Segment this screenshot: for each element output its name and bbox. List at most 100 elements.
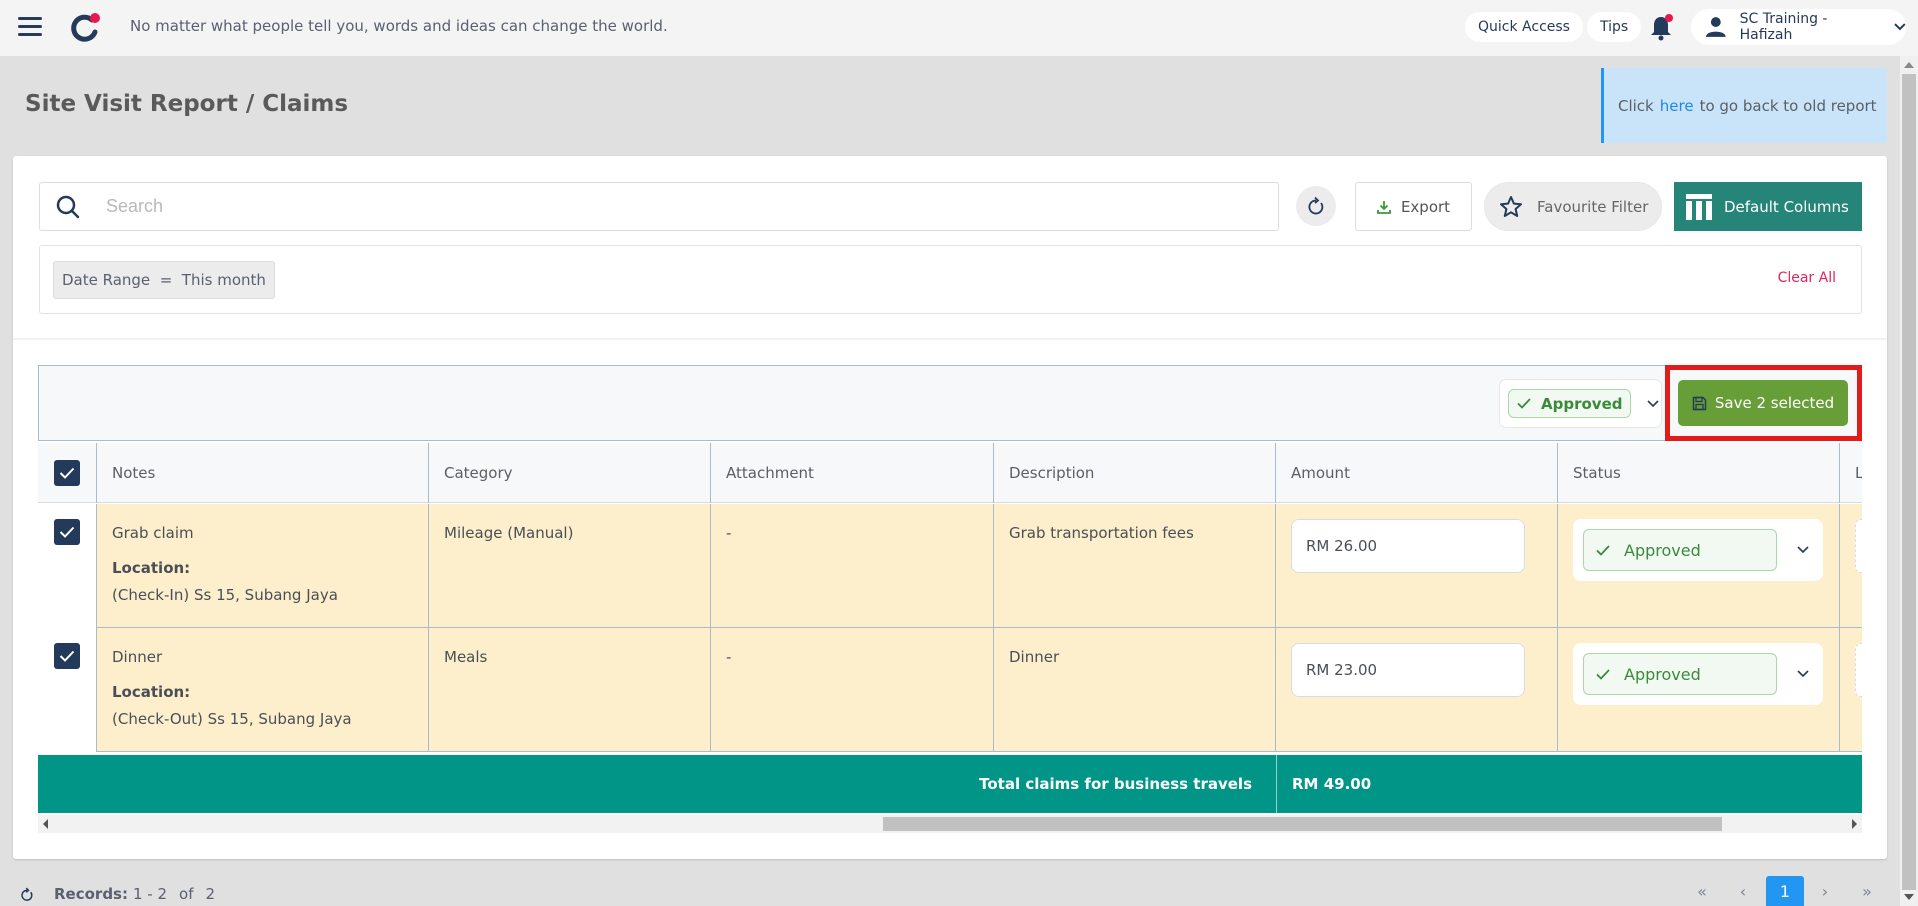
user-menu[interactable]: SC Training - Hafizah xyxy=(1691,9,1906,45)
pagination-last[interactable]: » xyxy=(1850,876,1884,906)
refresh-button[interactable] xyxy=(1296,186,1336,226)
export-label: Export xyxy=(1400,197,1451,216)
cell-description: Dinner xyxy=(993,628,1275,751)
amount-input[interactable]: RM 23.00 xyxy=(1291,643,1525,697)
total-row: Total claims for business travels RM 49.… xyxy=(38,755,1862,813)
save-selected-button[interactable]: Save 2 selected xyxy=(1678,380,1848,426)
records-range: 1 - 2 xyxy=(132,885,168,903)
table-row[interactable]: Grab claim Location: (Check-In) Ss 15, S… xyxy=(96,504,1862,628)
total-value: RM 49.00 xyxy=(1292,775,1372,793)
active-filters-area: Date Range = This month Clear All xyxy=(39,245,1862,314)
clear-all-filters-link[interactable]: Clear All xyxy=(1778,270,1836,286)
checkmark-icon xyxy=(59,467,75,479)
scroll-left-arrow-icon[interactable] xyxy=(43,819,48,829)
cell-category: Mileage (Manual) xyxy=(428,504,710,627)
bulk-status-select[interactable]: Approved xyxy=(1499,379,1662,428)
column-header-notes[interactable]: Notes xyxy=(96,443,428,503)
refresh-icon[interactable] xyxy=(20,887,34,902)
claims-table: Approved Save 2 selected Notes Category … xyxy=(38,365,1862,834)
status-select[interactable]: Approved xyxy=(1573,519,1823,581)
save-floppy-icon xyxy=(1692,396,1707,410)
page-scrollbar[interactable] xyxy=(1900,56,1918,906)
total-label: Total claims for business travels xyxy=(979,775,1252,793)
row-checkbox[interactable] xyxy=(54,643,80,669)
chevron-down-icon xyxy=(1797,546,1809,554)
table-horizontal-scrollbar[interactable] xyxy=(38,815,1862,833)
hamburger-menu-icon[interactable] xyxy=(18,17,42,37)
check-icon xyxy=(1596,668,1610,680)
notification-bell-icon[interactable] xyxy=(1648,14,1674,42)
export-button[interactable]: Export xyxy=(1355,182,1472,231)
top-bar: No matter what people tell you, words an… xyxy=(0,0,1918,56)
column-header-amount[interactable]: Amount xyxy=(1275,443,1557,503)
cell-description: Grab transportation fees xyxy=(993,504,1275,627)
cell-notes: Grab claim Location: (Check-In) Ss 15, S… xyxy=(96,504,428,627)
records-of: of xyxy=(179,885,194,903)
amount-input[interactable]: RM 26.00 xyxy=(1291,519,1525,573)
column-header-description[interactable]: Description xyxy=(993,443,1275,503)
old-report-prefix: Click xyxy=(1618,96,1654,115)
chevron-down-icon xyxy=(1894,23,1906,31)
columns-icon xyxy=(1686,193,1712,220)
pagination-first[interactable]: « xyxy=(1685,876,1719,906)
location-value: (Check-In) Ss 15, Subang Jaya xyxy=(112,586,338,604)
records-summary: Records: 1 - 2 of 2 xyxy=(20,885,215,903)
status-value: Approved xyxy=(1624,664,1701,684)
old-report-banner: Click here to go back to old report xyxy=(1601,68,1887,143)
scroll-right-arrow-icon[interactable] xyxy=(1852,819,1857,829)
checkmark-icon xyxy=(59,526,75,538)
default-columns-button[interactable]: Default Columns xyxy=(1674,182,1862,231)
pagination-page-current[interactable]: 1 xyxy=(1766,876,1804,906)
truncated-input[interactable] xyxy=(1855,643,1862,697)
cell-truncated xyxy=(1839,504,1862,627)
scroll-up-arrow-icon[interactable] xyxy=(1904,62,1914,68)
save-selected-label: Save 2 selected xyxy=(1714,394,1835,412)
old-report-link[interactable]: here xyxy=(1660,97,1694,115)
pagination-next[interactable]: › xyxy=(1808,876,1842,906)
cell-attachment: - xyxy=(710,504,993,627)
search-input[interactable] xyxy=(106,196,1206,217)
user-name: SC Training - Hafizah xyxy=(1739,11,1828,43)
filter-chip-date-range[interactable]: Date Range = This month xyxy=(53,261,275,299)
horizontal-scrollbar-thumb[interactable] xyxy=(883,817,1722,831)
app-logo[interactable] xyxy=(70,12,102,44)
quick-access-button[interactable]: Quick Access xyxy=(1465,12,1583,42)
column-header-attachment[interactable]: Attachment xyxy=(710,443,993,503)
column-header-truncated[interactable]: L xyxy=(1839,443,1862,503)
default-columns-label: Default Columns xyxy=(1724,197,1849,216)
row-checkbox[interactable] xyxy=(54,519,80,545)
notes-text: Grab claim xyxy=(112,524,194,542)
table-row[interactable]: Dinner Location: (Check-Out) Ss 15, Suba… xyxy=(96,628,1862,752)
status-chip: Approved xyxy=(1583,653,1777,695)
scroll-down-arrow-icon[interactable] xyxy=(1904,894,1914,900)
chevron-down-icon xyxy=(1647,399,1660,407)
search-icon xyxy=(56,195,80,218)
favourite-filter-button[interactable]: Favourite Filter xyxy=(1484,182,1662,231)
status-value: Approved xyxy=(1624,540,1701,560)
status-select[interactable]: Approved xyxy=(1573,643,1823,705)
page-scrollbar-thumb[interactable] xyxy=(1902,74,1916,890)
pagination-prev[interactable]: ‹ xyxy=(1726,876,1760,906)
star-icon xyxy=(1500,195,1522,217)
user-icon xyxy=(1705,17,1726,37)
tips-button[interactable]: Tips xyxy=(1587,12,1642,42)
download-icon xyxy=(1377,200,1391,214)
page-title: Site Visit Report / Claims xyxy=(25,91,349,117)
checkmark-icon xyxy=(59,650,75,662)
section-divider xyxy=(13,338,1887,340)
cell-notes: Dinner Location: (Check-Out) Ss 15, Suba… xyxy=(96,628,428,751)
search-box xyxy=(39,182,1279,231)
location-label: Location: xyxy=(112,683,191,701)
column-header-status[interactable]: Status xyxy=(1557,443,1839,503)
select-all-checkbox[interactable] xyxy=(54,460,80,486)
cell-status: Approved xyxy=(1557,504,1839,627)
cell-category: Meals xyxy=(428,628,710,751)
records-total: 2 xyxy=(205,885,216,903)
column-header-category[interactable]: Category xyxy=(428,443,710,503)
status-chip: Approved xyxy=(1583,529,1777,571)
favourite-filter-label: Favourite Filter xyxy=(1537,197,1649,216)
header-quote: No matter what people tell you, words an… xyxy=(130,17,668,35)
bulk-status-chip: Approved xyxy=(1508,389,1632,418)
truncated-input[interactable] xyxy=(1855,519,1862,573)
cell-amount: RM 23.00 xyxy=(1275,628,1557,751)
